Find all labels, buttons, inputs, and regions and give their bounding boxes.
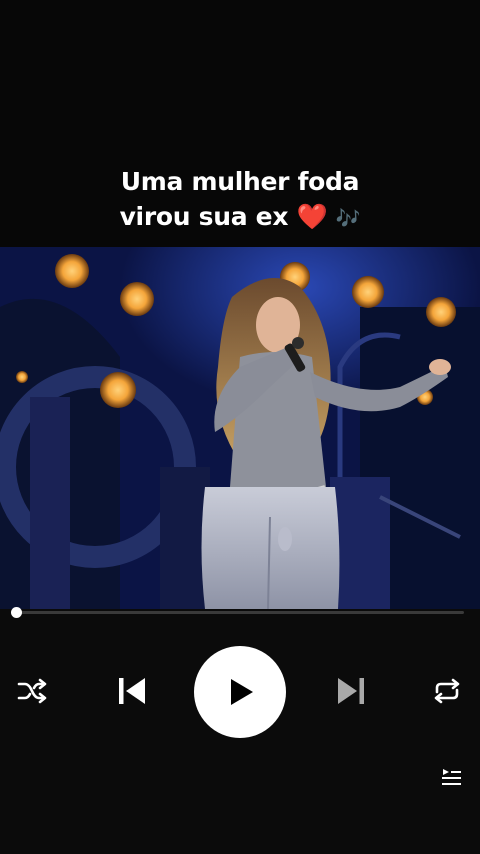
progress-thumb[interactable] <box>11 607 22 618</box>
concert-scene-image <box>0 247 480 609</box>
queue-button[interactable] <box>438 764 464 790</box>
next-button[interactable] <box>333 675 369 707</box>
caption-text: Uma mulher foda virou sua ex ❤️ 🎶 <box>0 164 480 236</box>
caption-line-2: virou sua ex ❤️ 🎶 <box>0 199 480 236</box>
repeat-icon <box>434 678 460 704</box>
music-notes-emoji: 🎶 <box>335 206 361 230</box>
previous-icon <box>119 678 145 704</box>
next-icon <box>338 678 364 704</box>
shuffle-button[interactable] <box>14 676 50 706</box>
play-icon <box>231 679 253 705</box>
caption-line-1: Uma mulher foda <box>120 167 360 196</box>
play-button[interactable] <box>194 646 286 738</box>
video-frame[interactable] <box>0 247 480 609</box>
heart-emoji: ❤️ <box>296 202 328 231</box>
repeat-button[interactable] <box>429 676 465 706</box>
caption-line-2-text: virou sua ex <box>119 202 289 231</box>
progress-bar[interactable] <box>11 607 464 618</box>
caption-area: Uma mulher foda virou sua ex ❤️ 🎶 <box>0 0 480 247</box>
previous-button[interactable] <box>114 675 150 707</box>
queue-icon <box>442 769 461 785</box>
music-player-controls <box>0 607 480 854</box>
shuffle-icon <box>17 678 47 704</box>
